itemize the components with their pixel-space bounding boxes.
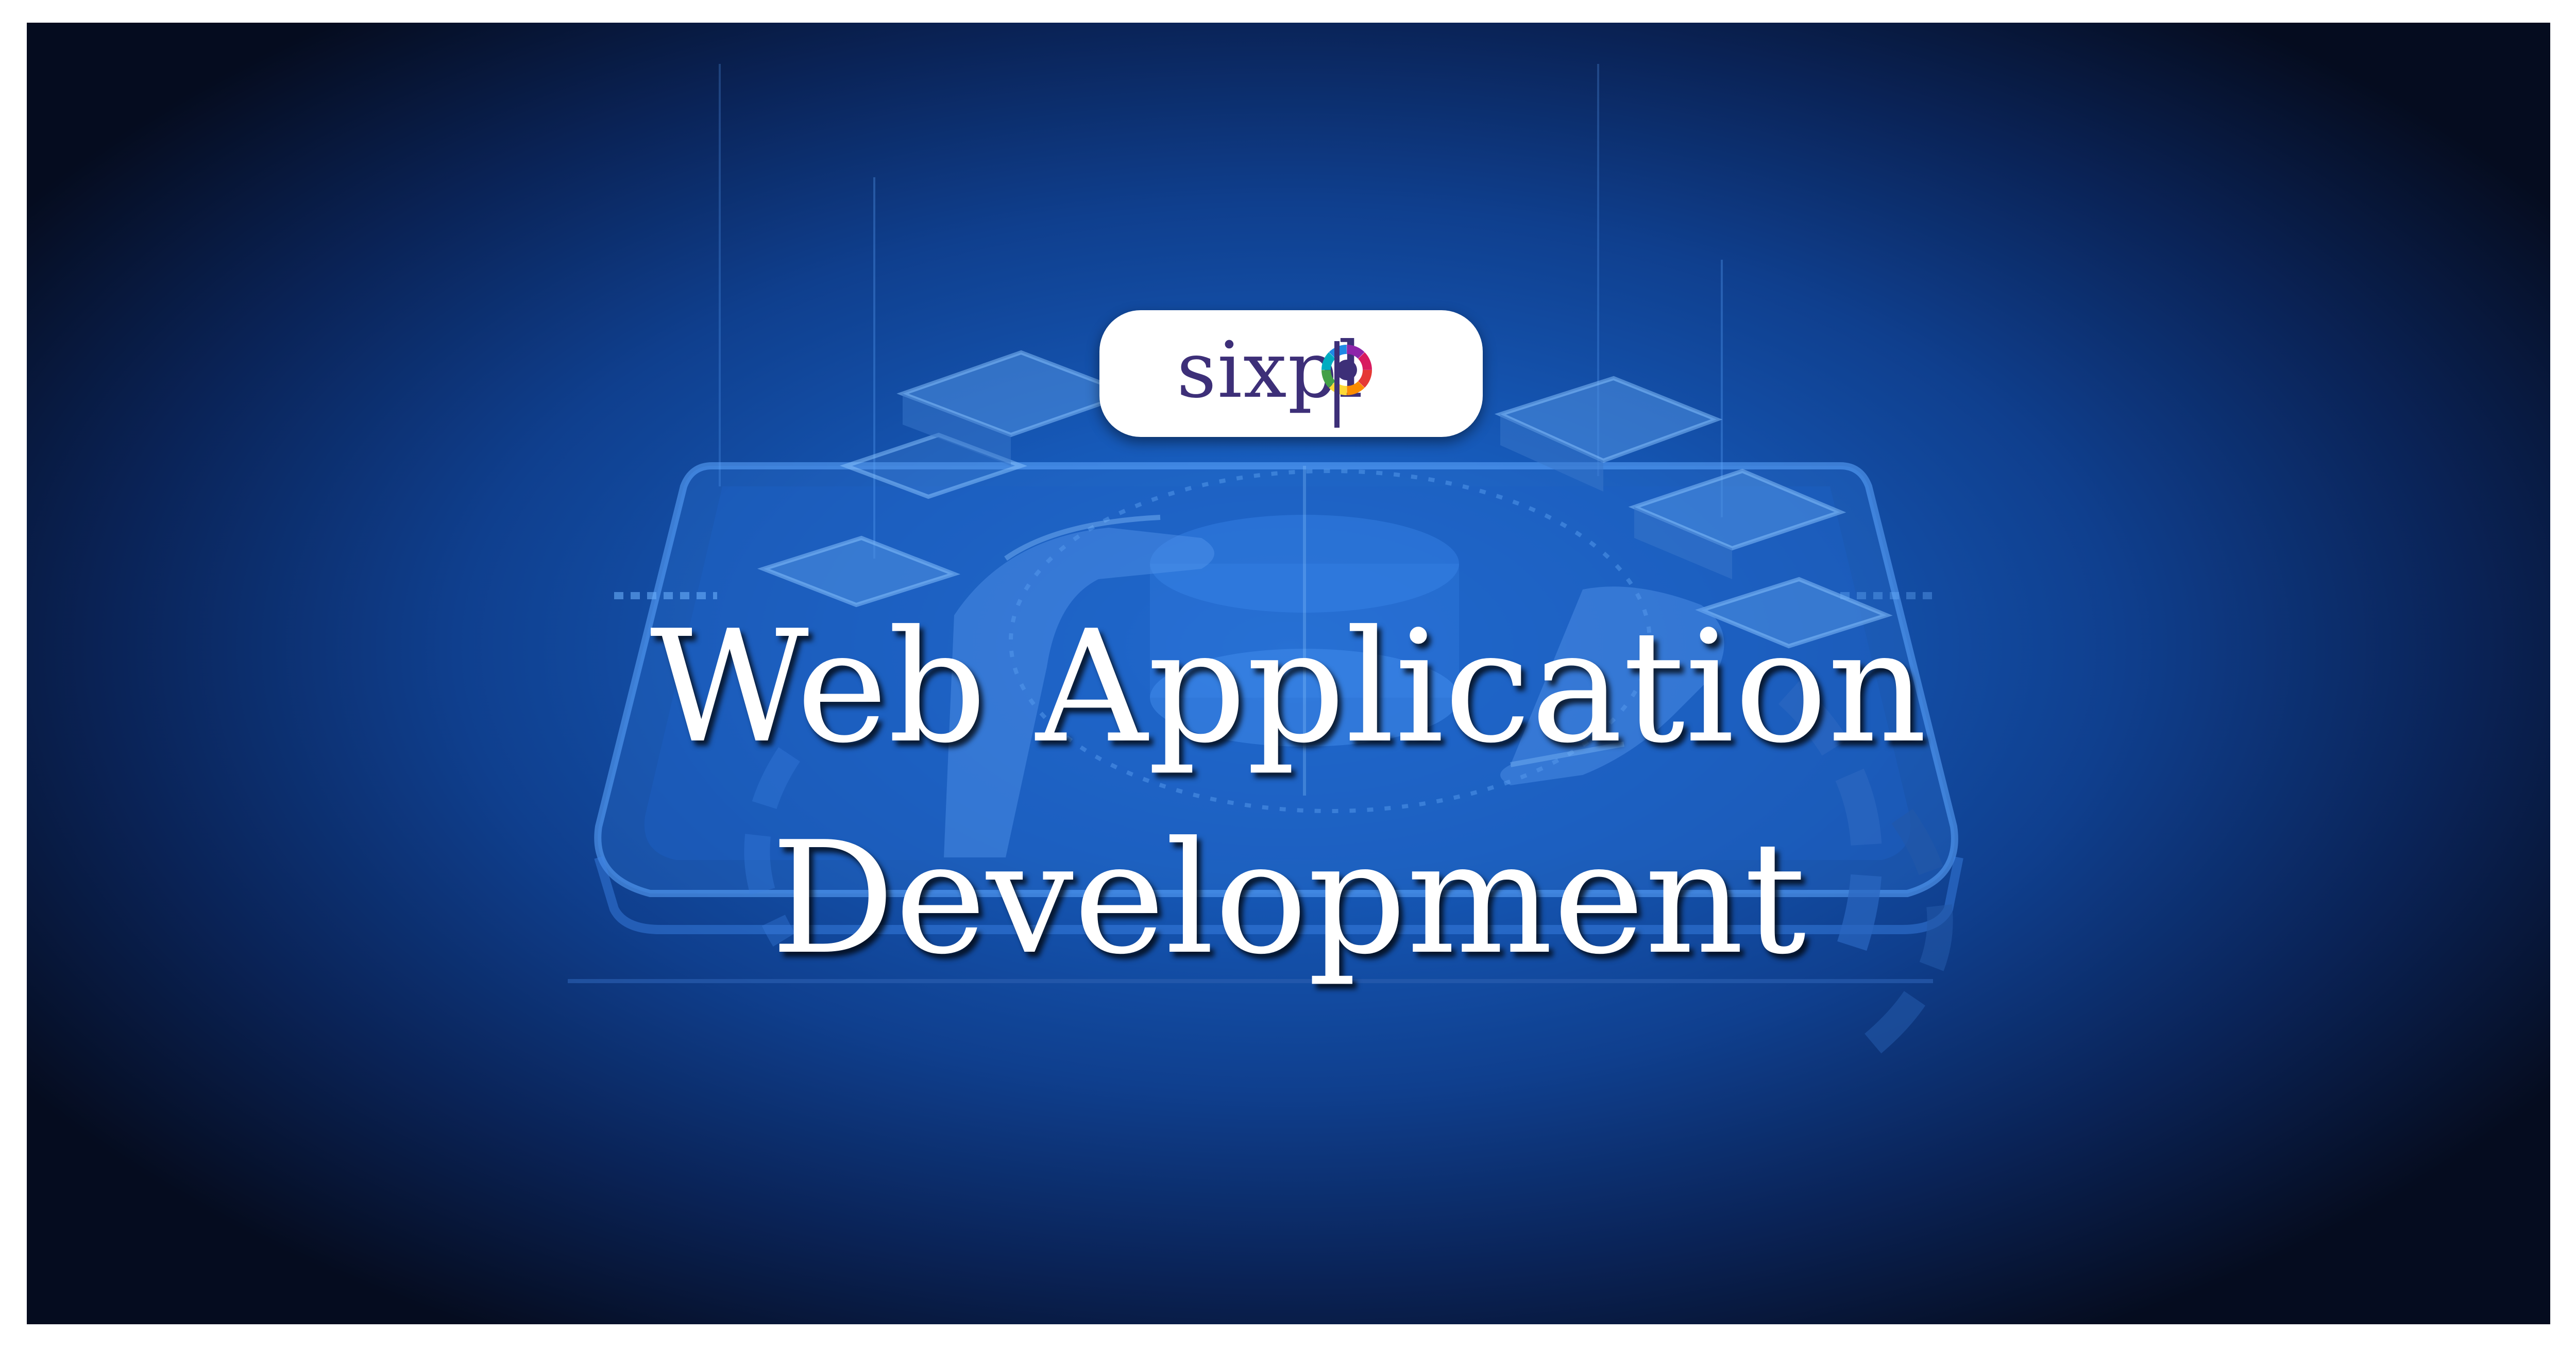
headline: Web Application Development — [27, 582, 2550, 1004]
sixpl-logo-icon — [1321, 345, 1372, 395]
logo-stem — [1334, 341, 1340, 428]
headline-line-2: Development — [771, 808, 1806, 988]
banner: sixpl Web Application Development — [27, 23, 2550, 1324]
logo-badge: sixpl — [1099, 310, 1483, 437]
headline-line-1: Web Application — [650, 597, 1927, 777]
